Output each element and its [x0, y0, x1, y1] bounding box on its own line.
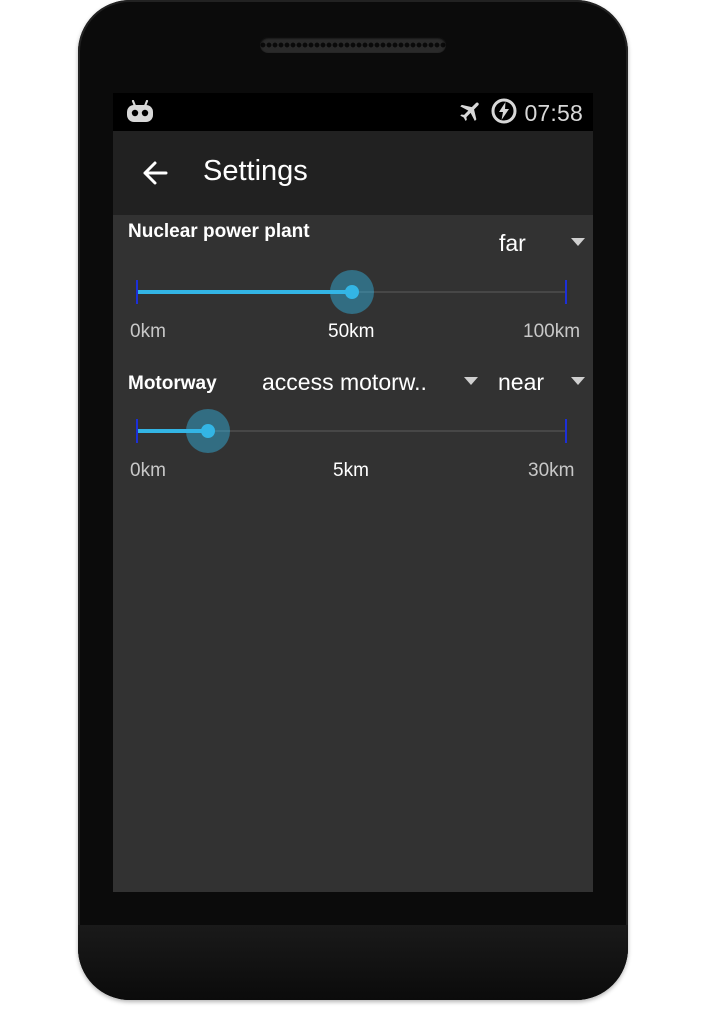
page-title: Settings	[203, 155, 308, 187]
slider-max-tick	[565, 419, 567, 443]
distance-spinner-motorway[interactable]: near	[498, 365, 585, 399]
distance-slider-motorway[interactable]	[136, 409, 567, 453]
status-bar: 07:58	[113, 93, 593, 131]
app-bar: Settings	[113, 131, 593, 215]
slider-fill	[136, 290, 352, 294]
status-time: 07:58	[524, 100, 583, 126]
slider-thumb[interactable]	[185, 409, 230, 453]
distance-slider-nuclear[interactable]	[136, 270, 567, 314]
earpiece-speaker	[260, 37, 446, 53]
type-spinner-motorway[interactable]: access motorw..	[262, 365, 478, 399]
slider-max-tick	[565, 280, 567, 304]
screen: 07:58 Settings Nuclear power plant far 0…	[113, 93, 593, 892]
slider-mid-label: 5km	[333, 460, 369, 481]
slider-min-label: 0km	[130, 460, 166, 481]
slider-min-tick	[136, 280, 138, 304]
spinner-value: access motorw..	[262, 368, 427, 395]
row-label-nuclear-power-plant: Nuclear power plant	[128, 221, 310, 242]
phone-chin	[78, 925, 628, 1000]
dropdown-caret-icon	[464, 377, 478, 385]
back-button[interactable]	[133, 151, 177, 195]
status-right-group: 07:58	[458, 97, 583, 130]
cyanogen-robot-icon	[126, 99, 154, 129]
row-label-motorway: Motorway	[128, 373, 217, 394]
spinner-value: far	[499, 229, 526, 256]
slider-thumb[interactable]	[329, 270, 374, 314]
slider-max-label: 30km	[528, 460, 575, 481]
arrow-left-icon	[143, 161, 168, 185]
slider-max-label: 100km	[523, 321, 581, 342]
dropdown-caret-icon	[571, 377, 585, 385]
slider-min-label: 0km	[130, 321, 166, 342]
distance-spinner-nuclear[interactable]: far	[499, 226, 585, 260]
slider-min-tick	[136, 419, 138, 443]
dropdown-caret-icon	[571, 238, 585, 246]
slider-mid-label: 50km	[328, 321, 375, 342]
spinner-value: near	[498, 368, 545, 395]
battery-charging-icon	[490, 97, 518, 130]
airplane-mode-icon	[458, 98, 484, 129]
